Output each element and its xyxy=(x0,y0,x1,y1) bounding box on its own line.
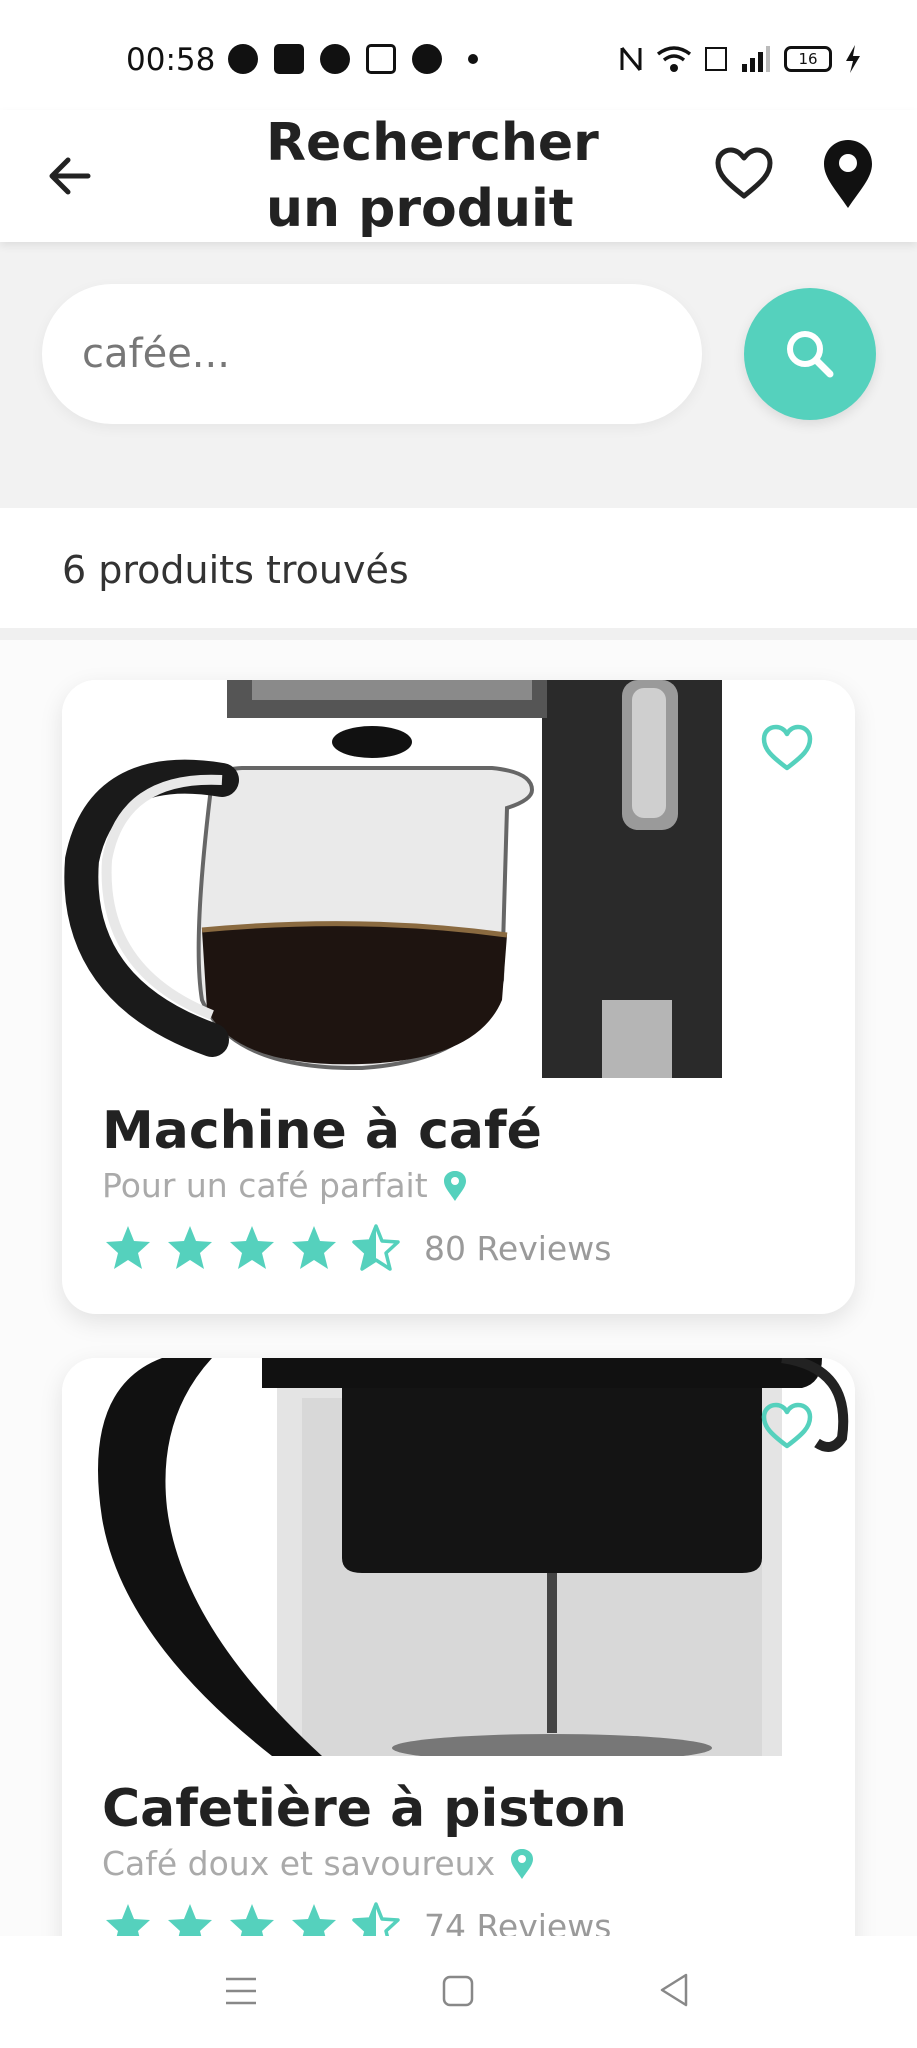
back-button[interactable] xyxy=(42,148,98,204)
volte-icon xyxy=(705,47,727,71)
menu-icon[interactable] xyxy=(224,1974,258,2008)
product-image xyxy=(62,1358,855,1756)
product-title: Cafetière à piston xyxy=(102,1779,627,1839)
heart-outline-icon xyxy=(715,147,773,199)
search-icon xyxy=(787,331,834,378)
favorite-button[interactable] xyxy=(759,720,815,776)
signal-icon xyxy=(742,46,770,72)
charging-icon xyxy=(846,45,860,73)
product-title: Machine à café xyxy=(102,1101,542,1161)
star-icon xyxy=(230,1904,274,1936)
notification-icons xyxy=(228,44,478,74)
product-image xyxy=(62,680,855,1078)
linkedin-icon xyxy=(274,44,304,74)
star-half-icon xyxy=(352,1224,400,1271)
product-rating: 80 Reviews xyxy=(102,1222,855,1274)
product-subtitle-row: Café doux et savoureux xyxy=(102,1842,855,1886)
star-icon xyxy=(168,1226,212,1269)
product-card[interactable]: Cafetière à piston Café doux et savoureu… xyxy=(62,1358,855,1936)
french-press-image xyxy=(62,1358,855,1756)
star-icon xyxy=(106,1904,150,1936)
star-half-icon xyxy=(352,1902,400,1936)
product-subtitle: Café doux et savoureux xyxy=(102,1844,496,1883)
heart-outline-icon xyxy=(761,724,813,771)
favorite-button[interactable] xyxy=(759,1398,815,1454)
favorites-button[interactable] xyxy=(712,142,776,206)
page-title: Rechercher un produit xyxy=(266,113,599,239)
product-rating: 74 Reviews xyxy=(102,1900,855,1936)
star-icon xyxy=(168,1904,212,1936)
results-count: 6 produits trouvés xyxy=(62,548,409,592)
facebook-icon xyxy=(320,44,350,74)
home-square-icon[interactable] xyxy=(442,1974,474,2008)
reviews-count: 74 Reviews xyxy=(424,1906,612,1937)
map-pin-icon xyxy=(511,1849,534,1879)
star-icon xyxy=(292,1226,336,1269)
nfc-icon xyxy=(620,47,642,71)
messenger-icon xyxy=(228,44,258,74)
product-subtitle: Pour un café parfait xyxy=(102,1166,428,1205)
results-header: 6 produits trouvés xyxy=(0,510,917,628)
product-card[interactable]: Machine à café Pour un café parfait 80 R… xyxy=(62,680,855,1314)
star-icon xyxy=(292,1904,336,1936)
search-input[interactable] xyxy=(42,284,702,424)
star-icon xyxy=(230,1226,274,1269)
product-info: Machine à café Pour un café parfait 80 R… xyxy=(62,1078,855,1274)
product-subtitle-row: Pour un café parfait xyxy=(102,1164,855,1208)
arrow-left-icon xyxy=(49,157,91,195)
product-info: Cafetière à piston Café doux et savoureu… xyxy=(62,1756,855,1936)
status-time: 00:58 xyxy=(126,42,216,78)
map-pin-icon xyxy=(443,1171,466,1201)
search-section xyxy=(0,242,917,508)
system-nav-bar xyxy=(0,1936,917,2048)
battery-icon: 16 xyxy=(784,46,832,72)
star-icon xyxy=(106,1226,150,1269)
search-button[interactable] xyxy=(744,288,876,420)
product-list: Machine à café Pour un café parfait 80 R… xyxy=(0,640,917,1936)
system-icons: 16 xyxy=(618,44,862,74)
wifi-icon xyxy=(656,46,692,72)
app-header: Rechercher un produit xyxy=(0,110,917,242)
status-bar: 00:58 16 xyxy=(0,0,917,110)
heart-app-icon xyxy=(412,44,442,74)
reviews-count: 80 Reviews xyxy=(424,1228,612,1268)
back-triangle-icon[interactable] xyxy=(658,1972,690,2008)
more-notifications-icon xyxy=(468,54,478,64)
location-button[interactable] xyxy=(816,138,880,210)
divider xyxy=(0,628,917,640)
gmail-icon xyxy=(366,44,396,74)
heart-outline-icon xyxy=(761,1402,813,1449)
coffee-machine-image xyxy=(62,680,855,1078)
map-pin-icon xyxy=(824,140,872,208)
